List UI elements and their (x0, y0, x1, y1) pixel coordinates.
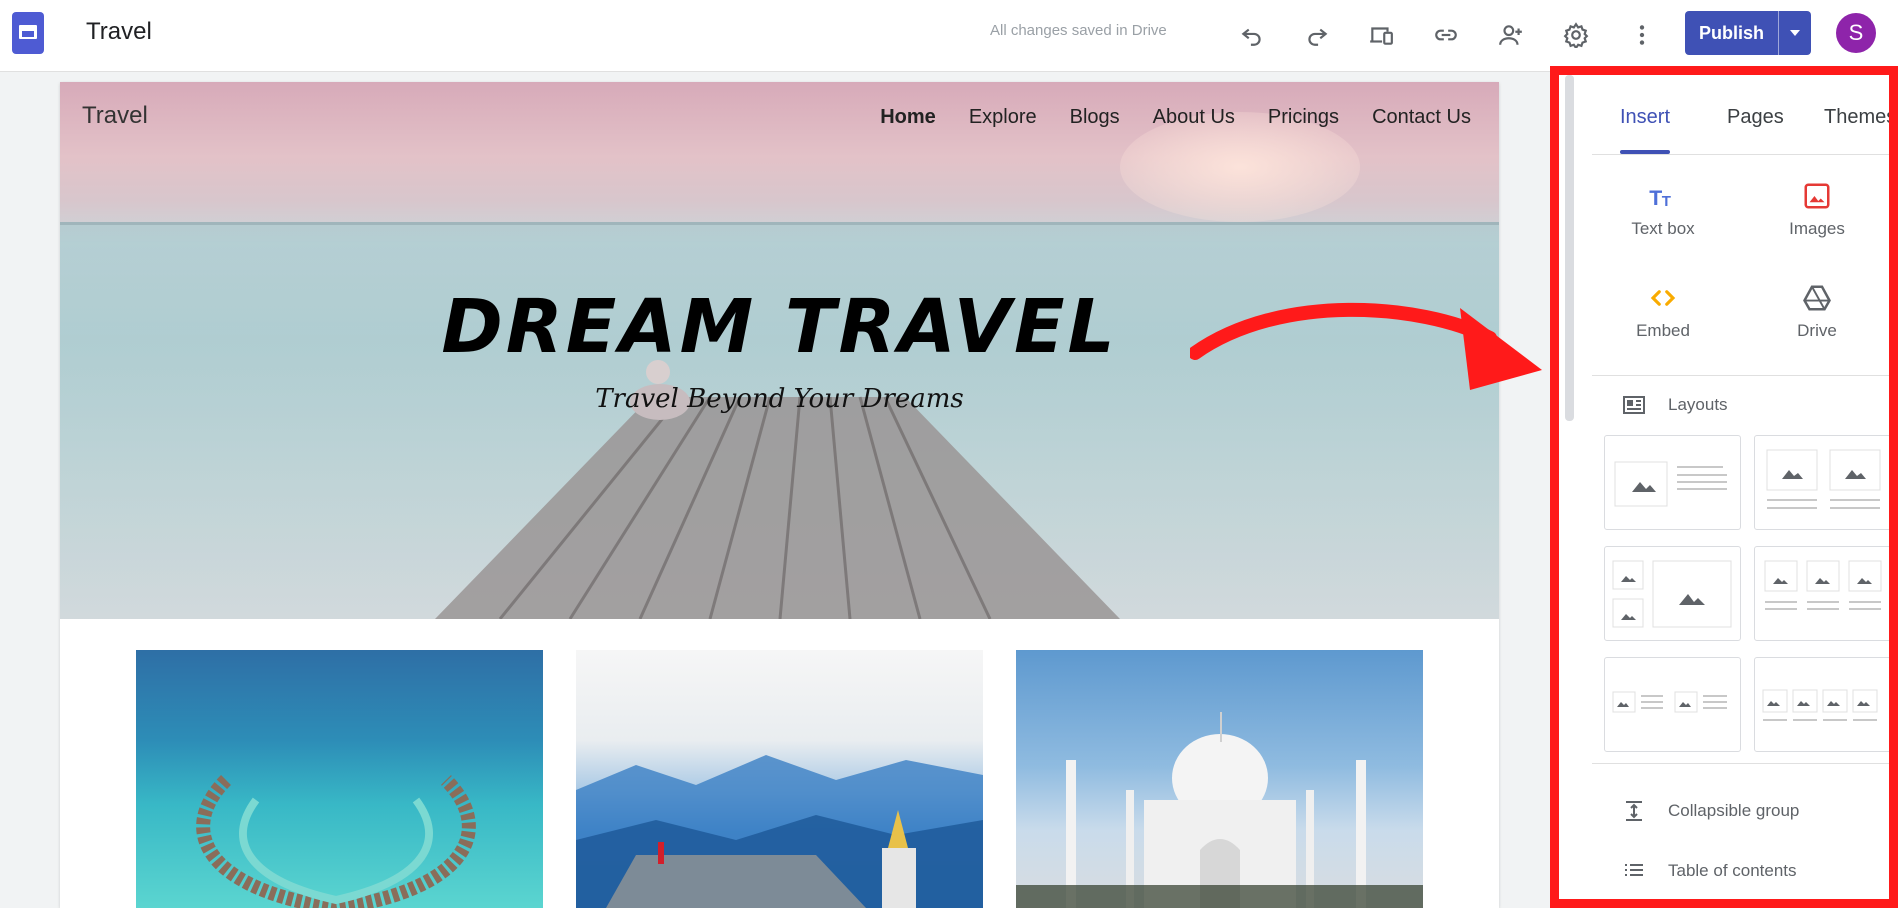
insert-collapsible-group[interactable]: Collapsible group (1622, 799, 1799, 823)
nav-pricings[interactable]: Pricings (1268, 106, 1339, 129)
layout-option-5[interactable] (1604, 657, 1741, 752)
avatar[interactable]: S (1836, 13, 1876, 53)
divider (1592, 763, 1889, 764)
publish-options-dropdown[interactable] (1779, 11, 1811, 55)
table-of-contents-label: Table of contents (1668, 861, 1797, 880)
image-icon (1804, 183, 1830, 209)
insert-embed[interactable]: Embed (1598, 283, 1728, 341)
document-title[interactable]: Travel (86, 18, 152, 46)
insert-images[interactable]: Images (1752, 181, 1882, 239)
table-of-contents-icon (1625, 864, 1643, 876)
settings-icon[interactable] (1561, 20, 1591, 50)
site-nav: Home Explore Blogs About Us Pricings Con… (880, 106, 1471, 129)
insert-text-box[interactable]: TT Text box (1598, 181, 1728, 239)
link-icon[interactable] (1431, 20, 1461, 50)
sites-logo-icon[interactable] (12, 12, 44, 54)
tab-themes[interactable]: Themes (1824, 106, 1889, 129)
layout-option-2[interactable] (1754, 435, 1889, 530)
svg-text:T: T (1662, 193, 1671, 210)
panel-tabs: Insert Pages Themes (1592, 75, 1889, 155)
annotation-arrow-icon (1190, 302, 1542, 390)
layouts-section-header[interactable]: Layouts (1622, 393, 1728, 417)
insert-panel-highlight: Insert Pages Themes TT Text box Images E… (1550, 66, 1898, 908)
layout-option-6[interactable] (1754, 657, 1889, 752)
top-app-bar: Travel All changes saved in Drive Publis… (0, 0, 1898, 72)
layout-option-1[interactable] (1604, 435, 1741, 530)
redo-icon[interactable] (1302, 20, 1332, 50)
collapsible-group-label: Collapsible group (1668, 801, 1800, 820)
nav-home[interactable]: Home (880, 106, 936, 129)
layouts-label: Layouts (1668, 395, 1728, 414)
layouts-icon (1623, 396, 1645, 414)
collapsible-group-icon (1626, 801, 1642, 821)
publish-button[interactable]: Publish (1685, 11, 1779, 55)
undo-icon[interactable] (1237, 20, 1267, 50)
mountain-image[interactable] (576, 650, 983, 908)
insert-table-of-contents[interactable]: Table of contents (1622, 859, 1797, 883)
tab-insert[interactable]: Insert (1620, 106, 1670, 129)
more-vert-icon[interactable] (1627, 20, 1657, 50)
layout-option-3[interactable] (1604, 546, 1741, 641)
text-box-icon: TT (1649, 186, 1671, 210)
text-box-label: Text box (1631, 219, 1695, 238)
images-label: Images (1789, 219, 1845, 238)
insert-drive[interactable]: Drive (1752, 283, 1882, 341)
add-person-icon[interactable] (1496, 20, 1526, 50)
svg-text:T: T (1649, 186, 1662, 210)
tab-pages[interactable]: Pages (1727, 106, 1784, 129)
nav-blogs[interactable]: Blogs (1070, 106, 1120, 129)
embed-label: Embed (1636, 321, 1690, 340)
nav-contact-us[interactable]: Contact Us (1372, 106, 1471, 129)
preview-device-icon[interactable] (1366, 20, 1396, 50)
drive-icon (1803, 285, 1831, 311)
taj-mahal-image[interactable] (1016, 650, 1423, 908)
active-tab-indicator (1620, 150, 1670, 154)
nav-about-us[interactable]: About Us (1153, 106, 1235, 129)
divider (1592, 375, 1889, 376)
embed-icon (1650, 290, 1676, 306)
insert-panel: Insert Pages Themes TT Text box Images E… (1592, 75, 1889, 899)
save-status: All changes saved in Drive (990, 22, 1167, 39)
maldives-image[interactable] (136, 650, 543, 908)
nav-explore[interactable]: Explore (969, 106, 1037, 129)
layout-option-4[interactable] (1754, 546, 1889, 641)
drive-label: Drive (1797, 321, 1837, 340)
site-canvas[interactable]: Travel Home Explore Blogs About Us Prici… (60, 82, 1499, 908)
panel-scrollbar[interactable] (1565, 75, 1574, 421)
publish-button-group: Publish (1685, 11, 1811, 55)
site-logo[interactable]: Travel (82, 102, 148, 130)
chevron-down-icon (1790, 30, 1800, 36)
